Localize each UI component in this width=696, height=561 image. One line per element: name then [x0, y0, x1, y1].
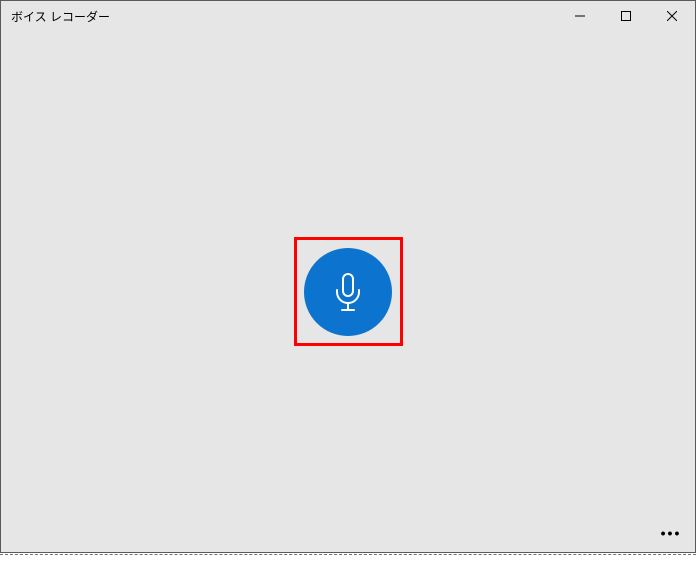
titlebar: ボイス レコーダー: [1, 1, 695, 31]
bottom-separator: [0, 554, 696, 555]
record-button[interactable]: [304, 248, 392, 336]
maximize-icon: [621, 11, 631, 21]
close-button[interactable]: [649, 1, 695, 31]
maximize-button[interactable]: [603, 1, 649, 31]
highlight-box: [294, 237, 403, 346]
minimize-button[interactable]: [557, 1, 603, 31]
close-icon: [667, 11, 677, 21]
more-icon: •••: [661, 526, 682, 540]
minimize-icon: [575, 11, 585, 21]
window-title: ボイス レコーダー: [11, 8, 110, 25]
window-controls: [557, 1, 695, 31]
microphone-icon: [331, 272, 365, 312]
more-button[interactable]: •••: [651, 517, 691, 549]
app-window: ボイス レコーダー: [0, 0, 696, 553]
content-area: •••: [1, 31, 695, 552]
